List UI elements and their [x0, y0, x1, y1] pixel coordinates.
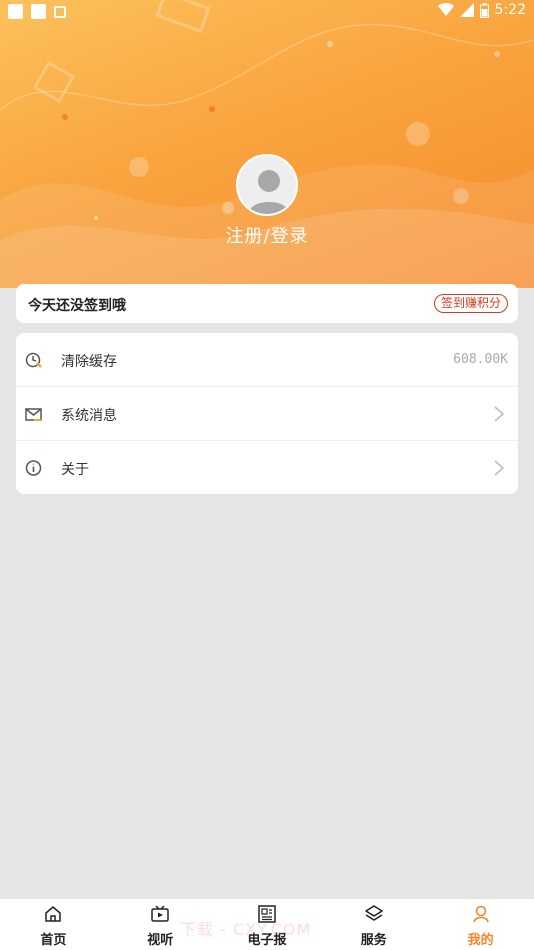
clock: 5:22 — [494, 2, 526, 18]
bottom-tab-bar: 首页 视听 电子报 服务 我的 — [0, 898, 534, 950]
photo-notification-icon — [54, 6, 66, 18]
user-icon — [472, 905, 489, 923]
clock-broom-icon — [25, 352, 42, 368]
tab-services[interactable]: 服务 — [320, 899, 427, 950]
checkin-card: 今天还没签到哦 签到赚积分 — [16, 284, 518, 323]
tab-label: 服务 — [360, 933, 387, 948]
settings-menu: 清除缓存 608.00K 系统消息 关于 — [16, 333, 518, 494]
tab-label: 视听 — [147, 933, 174, 948]
tab-epaper[interactable]: 电子报 — [214, 899, 321, 950]
tv-play-icon — [151, 905, 169, 922]
chevron-right-icon — [494, 460, 505, 476]
layers-icon — [365, 905, 383, 921]
menu-item-label: 关于 — [61, 462, 89, 478]
checkin-button[interactable]: 签到赚积分 — [433, 294, 508, 313]
tab-label: 电子报 — [247, 933, 287, 948]
tab-home[interactable]: 首页 — [0, 899, 107, 950]
menu-item-label: 系统消息 — [61, 408, 117, 424]
status-bar: 5:22 — [0, 0, 534, 24]
tab-label: 我的 — [467, 933, 494, 948]
mail-icon — [25, 408, 42, 421]
cache-size: 608.00K — [453, 352, 508, 367]
checkin-status: 今天还没签到哦 — [28, 298, 126, 314]
home-icon — [45, 906, 62, 922]
wifi-icon — [437, 3, 454, 16]
menu-item-label: 清除缓存 — [61, 354, 117, 370]
battery-icon — [479, 2, 489, 18]
profile-header: 5:22 注册/登录 — [0, 0, 534, 288]
menu-item-system-messages[interactable]: 系统消息 — [16, 387, 518, 441]
tab-label: 首页 — [40, 933, 67, 948]
login-link[interactable]: 注册/登录 — [0, 222, 534, 248]
menu-item-clear-cache[interactable]: 清除缓存 608.00K — [16, 333, 518, 387]
avatar[interactable] — [236, 154, 298, 216]
tab-mine[interactable]: 我的 — [427, 899, 534, 950]
signal-icon — [459, 3, 474, 17]
notification-icon — [8, 4, 23, 19]
chevron-right-icon — [494, 406, 505, 422]
notification-icon — [31, 4, 46, 19]
newspaper-icon — [258, 905, 276, 923]
notification-icons — [8, 4, 66, 19]
menu-item-about[interactable]: 关于 — [16, 441, 518, 495]
tab-video[interactable]: 视听 — [107, 899, 214, 950]
info-icon — [25, 460, 42, 476]
